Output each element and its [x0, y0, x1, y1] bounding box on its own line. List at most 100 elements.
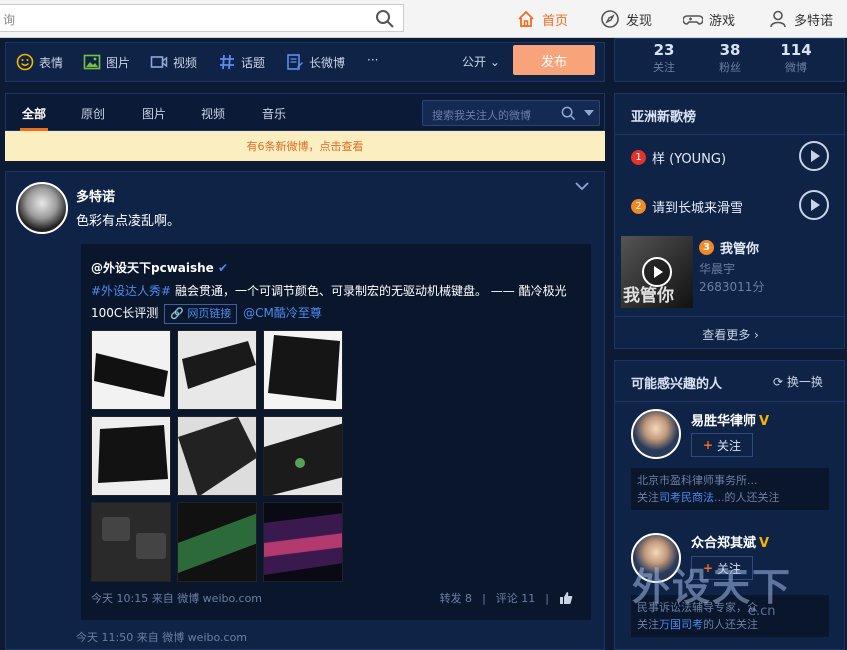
song-item[interactable]: 3 我管你	[699, 238, 759, 257]
chevron-down-icon[interactable]	[574, 178, 590, 194]
feed-search-placeholder: 搜索我关注人的微博	[432, 109, 531, 122]
global-search-input[interactable]: 询	[0, 4, 404, 32]
stat-followers[interactable]: 38 粉丝	[700, 41, 760, 75]
song-title: 样 (YOUNG)	[652, 152, 727, 167]
keyboard-photo-4	[92, 417, 170, 495]
tool-long-post[interactable]: 长微博	[286, 53, 345, 71]
action-divider: |	[482, 591, 486, 605]
reason-prefix: 关注	[637, 618, 659, 631]
home-icon	[518, 10, 534, 27]
post-text: 色彩有点凌乱啊。	[76, 214, 181, 229]
image-thumbnail[interactable]	[91, 330, 171, 410]
avatar[interactable]	[631, 409, 681, 459]
tool-more[interactable]: ···	[367, 53, 378, 67]
comment-count[interactable]: 评论 11	[496, 590, 536, 606]
web-link-chip[interactable]: 🔗 网页链接	[164, 304, 238, 324]
nav-home-label: 首页	[542, 13, 569, 29]
keyboard-photo-9	[264, 503, 342, 581]
album-cover[interactable]: 我管你	[621, 236, 693, 308]
image-thumbnail[interactable]	[263, 502, 343, 582]
divider	[615, 134, 846, 135]
feed-tabs: 全部 原创 图片 视频 音乐 搜索我关注人的微博	[5, 93, 605, 131]
tab-music[interactable]: 音乐	[262, 105, 286, 122]
recommend-user-name: 众合郑其斌	[691, 536, 757, 551]
search-icon[interactable]	[375, 9, 395, 29]
reason-suffix: ...的人还关注	[714, 491, 780, 504]
tool-emoji-label: 表情	[39, 55, 64, 70]
repost-author-name: @外设天下pcwaishe	[91, 261, 214, 275]
mention-link[interactable]: @CM酷冷至尊	[243, 306, 322, 320]
reason-link[interactable]: 万国司考	[659, 618, 703, 631]
compass-icon	[601, 10, 619, 28]
keyboard-photo-3	[264, 331, 342, 409]
search-icon[interactable]	[561, 106, 576, 121]
keyboard-photo-5	[178, 417, 256, 495]
play-icon[interactable]	[642, 257, 672, 287]
recommend-reason: 关注万国司考的人还关注	[637, 616, 823, 633]
tool-video[interactable]: 视频	[150, 53, 197, 71]
song-artist[interactable]: 华晨宇	[699, 260, 735, 277]
play-icon[interactable]	[799, 190, 829, 220]
topic-link[interactable]: #外设达人秀#	[91, 284, 171, 298]
image-thumbnail[interactable]	[177, 330, 257, 410]
refresh-button[interactable]: ⟳ 换一换	[773, 373, 823, 390]
nav-games[interactable]: 游戏	[683, 9, 735, 29]
post-author[interactable]: 多特诺	[76, 186, 115, 205]
tab-video[interactable]: 视频	[201, 105, 225, 122]
tool-topic[interactable]: 话题	[218, 53, 265, 71]
song-plays: 2683011分	[699, 280, 765, 294]
image-thumbnail[interactable]	[263, 330, 343, 410]
image-thumbnail[interactable]	[91, 416, 171, 496]
image-thumbnail[interactable]	[177, 416, 257, 496]
nav-discover[interactable]: 发现	[600, 9, 652, 29]
visibility-select[interactable]: 公开 ⌄	[462, 53, 500, 70]
keyboard-photo-6	[264, 417, 342, 495]
top-bar: 询 首页 发现 游戏 多特诺	[0, 0, 847, 38]
stat-following-value: 23	[653, 41, 675, 59]
tab-original[interactable]: 原创	[81, 105, 105, 122]
nav-profile[interactable]: 多特诺	[768, 9, 833, 29]
tab-image[interactable]: 图片	[142, 105, 166, 122]
reposted-content: @外设天下pcwaishe ✔ #外设达人秀# 融会贯通，一个可调节颜色、可录制…	[81, 244, 591, 620]
music-chart-panel: 亚洲新歌榜 1 样 (YOUNG) 2 请到长城来滑雪 我管你 3 我管你 华晨…	[614, 93, 846, 349]
tab-all[interactable]: 全部	[22, 105, 46, 122]
tool-video-label: 视频	[173, 55, 198, 70]
recommend-info: 北京市盈科律师事务所... 关注司考民商法...的人还关注	[631, 468, 829, 510]
publish-button[interactable]: 发布	[513, 45, 595, 75]
new-posts-notice[interactable]: 有6条新微博，点击查看	[5, 131, 605, 161]
follow-label: 关注	[717, 438, 742, 453]
composer-toolbar: 表情 图片 视频 话题 长微博 ··· 公开 ⌄ 发布	[5, 42, 605, 82]
recommend-title: 可能感兴趣的人	[631, 377, 723, 392]
like-icon[interactable]	[559, 591, 573, 605]
global-search-placeholder: 询	[3, 13, 16, 27]
verified-icon: V	[759, 414, 770, 429]
image-thumbnail[interactable]	[177, 502, 257, 582]
recommend-user[interactable]: 众合郑其斌 V	[691, 532, 769, 551]
image-thumbnail[interactable]	[263, 416, 343, 496]
repost-count[interactable]: 转发 8	[440, 590, 473, 606]
play-icon[interactable]	[799, 141, 829, 171]
recommend-reason: 关注司考民商法...的人还关注	[637, 489, 823, 506]
refresh-label: 换一换	[786, 375, 823, 389]
long-post-icon	[287, 54, 303, 70]
nav-profile-label: 多特诺	[794, 13, 834, 29]
caret-down-icon[interactable]	[584, 110, 594, 118]
tool-topic-label: 话题	[241, 55, 266, 70]
stat-posts[interactable]: 114 微博	[766, 41, 826, 75]
reason-link[interactable]: 司考民商法	[659, 491, 714, 504]
nav-home[interactable]: 首页	[516, 9, 568, 29]
stat-following[interactable]: 23 关注	[634, 41, 694, 75]
image-thumbnail[interactable]	[91, 502, 171, 582]
recommend-user[interactable]: 易胜华律师 V	[691, 410, 769, 429]
avatar[interactable]	[16, 182, 68, 234]
follow-button[interactable]: + 关注	[691, 433, 753, 457]
emoji-icon	[16, 53, 34, 71]
repost-author[interactable]: @外设天下pcwaishe ✔	[91, 259, 228, 276]
tool-image[interactable]: 图片	[83, 53, 130, 71]
feed-search-input[interactable]: 搜索我关注人的微博	[422, 100, 600, 126]
tool-emoji[interactable]: 表情	[16, 53, 63, 71]
view-more-link[interactable]: 查看更多 ›	[615, 326, 846, 343]
song-item[interactable]: 2 请到长城来滑雪	[631, 197, 743, 216]
song-item[interactable]: 1 样 (YOUNG)	[631, 148, 726, 167]
reason-suffix: 的人还关注	[703, 618, 758, 631]
